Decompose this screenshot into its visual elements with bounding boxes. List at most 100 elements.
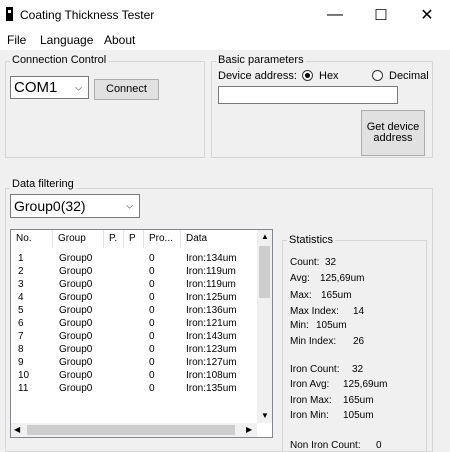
stat-min-label: Min:: [290, 320, 309, 331]
cell-data: Iron:127um: [186, 357, 237, 368]
table-row[interactable]: 9 Group0 0 Iron:127um: [11, 356, 261, 369]
cell-data: Iron:125um: [186, 292, 237, 303]
cell-no: 5: [18, 305, 24, 316]
table-row[interactable]: 3 Group0 0 Iron:119um: [11, 278, 261, 291]
connection-label: Connection Control: [10, 54, 109, 66]
stat-max-index-value: 14: [353, 306, 365, 317]
cell-data: Iron:134um: [186, 253, 237, 264]
close-button[interactable]: ✕: [404, 0, 450, 30]
stat-iron-avg-value: 125,69um: [343, 379, 388, 390]
cell-group: Group0: [59, 318, 93, 329]
menu-language[interactable]: Language: [40, 33, 93, 47]
cell-no: 11: [18, 383, 29, 394]
col-header-data[interactable]: Data: [181, 230, 261, 248]
stat-min-index-label: Min Index:: [290, 336, 337, 347]
connect-button[interactable]: Connect: [94, 79, 159, 100]
scroll-up-icon[interactable]: ▲: [261, 232, 269, 241]
table-row[interactable]: 8 Group0 0 Iron:123um: [11, 343, 261, 356]
cell-no: 4: [18, 292, 24, 303]
cell-data: Iron:119um: [186, 279, 236, 290]
table-row[interactable]: 2 Group0 0 Iron:119um: [11, 265, 261, 278]
cell-pro: 0: [149, 370, 155, 381]
cell-pro: 0: [149, 383, 155, 394]
stat-max-value: 165um: [321, 290, 352, 301]
cell-group: Group0: [59, 331, 93, 342]
stat-avg-value: 125,69um: [320, 273, 365, 284]
menu-about[interactable]: About: [104, 33, 135, 47]
cell-group: Group0: [59, 305, 93, 316]
cell-group: Group0: [59, 253, 93, 264]
cell-no: 10: [18, 370, 30, 381]
window-title: Coating Thickness Tester: [20, 8, 155, 22]
cell-pro: 0: [149, 357, 155, 368]
stat-count-value: 32: [325, 257, 337, 268]
get-device-address-button[interactable]: Get device address: [361, 110, 425, 156]
scroll-down-icon[interactable]: ▼: [261, 411, 269, 420]
data-filtering-label: Data filtering: [10, 178, 76, 190]
stat-iron-count-label: Iron Count:: [290, 364, 340, 375]
table-row[interactable]: 1 Group0 0 Iron:134um: [11, 252, 261, 265]
col-header-no[interactable]: No.: [11, 230, 53, 248]
cell-data: Iron:108um: [186, 370, 237, 381]
stat-min-index-value: 26: [353, 336, 365, 347]
menu-bar: File Language About: [0, 30, 450, 51]
data-table[interactable]: No. Group P. P Pro... Data 1 Group0 0 Iron:…: [10, 229, 273, 438]
maximize-button[interactable]: ☐: [358, 0, 404, 30]
stat-avg-label: Avg:: [290, 273, 310, 284]
col-header-p1[interactable]: P.: [104, 230, 124, 248]
horizontal-scrollbar[interactable]: ◀ ▶: [11, 423, 257, 437]
table-row[interactable]: 5 Group0 0 Iron:136um: [11, 304, 261, 317]
cell-pro: 0: [149, 266, 155, 277]
vertical-scrollbar[interactable]: ▲ ▼: [257, 230, 272, 423]
scrollbar-thumb[interactable]: [259, 246, 270, 298]
stat-non-iron-count-value: 0: [376, 440, 382, 451]
stat-count-label: Count:: [290, 257, 320, 268]
cell-data: Iron:121um: [186, 318, 237, 329]
cell-group: Group0: [59, 357, 93, 368]
h-scrollbar-thumb[interactable]: [27, 425, 235, 435]
table-row[interactable]: 11 Group0 0 Iron:135um: [11, 382, 261, 395]
col-header-pro[interactable]: Pro...: [144, 230, 181, 248]
stat-iron-avg-label: Iron Avg:: [290, 379, 330, 390]
statistics-label: Statistics: [287, 234, 336, 246]
stat-iron-min-value: 105um: [343, 410, 374, 421]
cell-group: Group0: [59, 370, 93, 381]
minimize-button[interactable]: —: [312, 0, 358, 30]
cell-pro: 0: [149, 279, 155, 290]
stat-iron-count-value: 32: [352, 364, 364, 375]
port-value: COM1: [14, 79, 58, 96]
stat-non-iron-count-label: Non Iron Count:: [290, 440, 361, 451]
scroll-right-icon[interactable]: ▶: [246, 425, 252, 434]
port-select[interactable]: COM1 ⌵: [10, 76, 89, 99]
device-address-input[interactable]: [218, 86, 398, 104]
cell-pro: 0: [149, 318, 155, 329]
col-header-p2[interactable]: P: [124, 230, 144, 248]
cell-pro: 0: [149, 253, 155, 264]
cell-pro: 0: [149, 344, 155, 355]
table-row[interactable]: 10 Group0 0 Iron:108um: [11, 369, 261, 382]
menu-file[interactable]: File: [7, 33, 26, 47]
stat-max-label: Max:: [290, 290, 312, 301]
group-select[interactable]: Group0(32) ⌵: [10, 194, 140, 218]
decimal-radio[interactable]: [372, 70, 383, 81]
cell-pro: 0: [149, 292, 155, 303]
cell-group: Group0: [59, 344, 93, 355]
device-address-label: Device address:: [218, 70, 297, 82]
cell-no: 7: [18, 331, 24, 342]
table-row[interactable]: 7 Group0 0 Iron:143um: [11, 330, 261, 343]
hex-radio[interactable]: [302, 70, 313, 81]
stat-max-index-label: Max Index:: [290, 306, 339, 317]
basic-params-label: Basic parameters: [216, 54, 306, 66]
cell-pro: 0: [149, 305, 155, 316]
col-header-group[interactable]: Group: [53, 230, 104, 248]
cell-no: 1: [18, 253, 24, 264]
table-row[interactable]: 6 Group0 0 Iron:121um: [11, 317, 261, 330]
cell-data: Iron:143um: [186, 331, 237, 342]
scroll-left-icon[interactable]: ◀: [14, 425, 20, 434]
cell-data: Iron:119um: [186, 266, 236, 277]
stat-iron-max-value: 165um: [343, 395, 374, 406]
cell-no: 6: [18, 318, 24, 329]
cell-no: 2: [18, 266, 24, 277]
cell-group: Group0: [59, 383, 93, 394]
table-row[interactable]: 4 Group0 0 Iron:125um: [11, 291, 261, 304]
